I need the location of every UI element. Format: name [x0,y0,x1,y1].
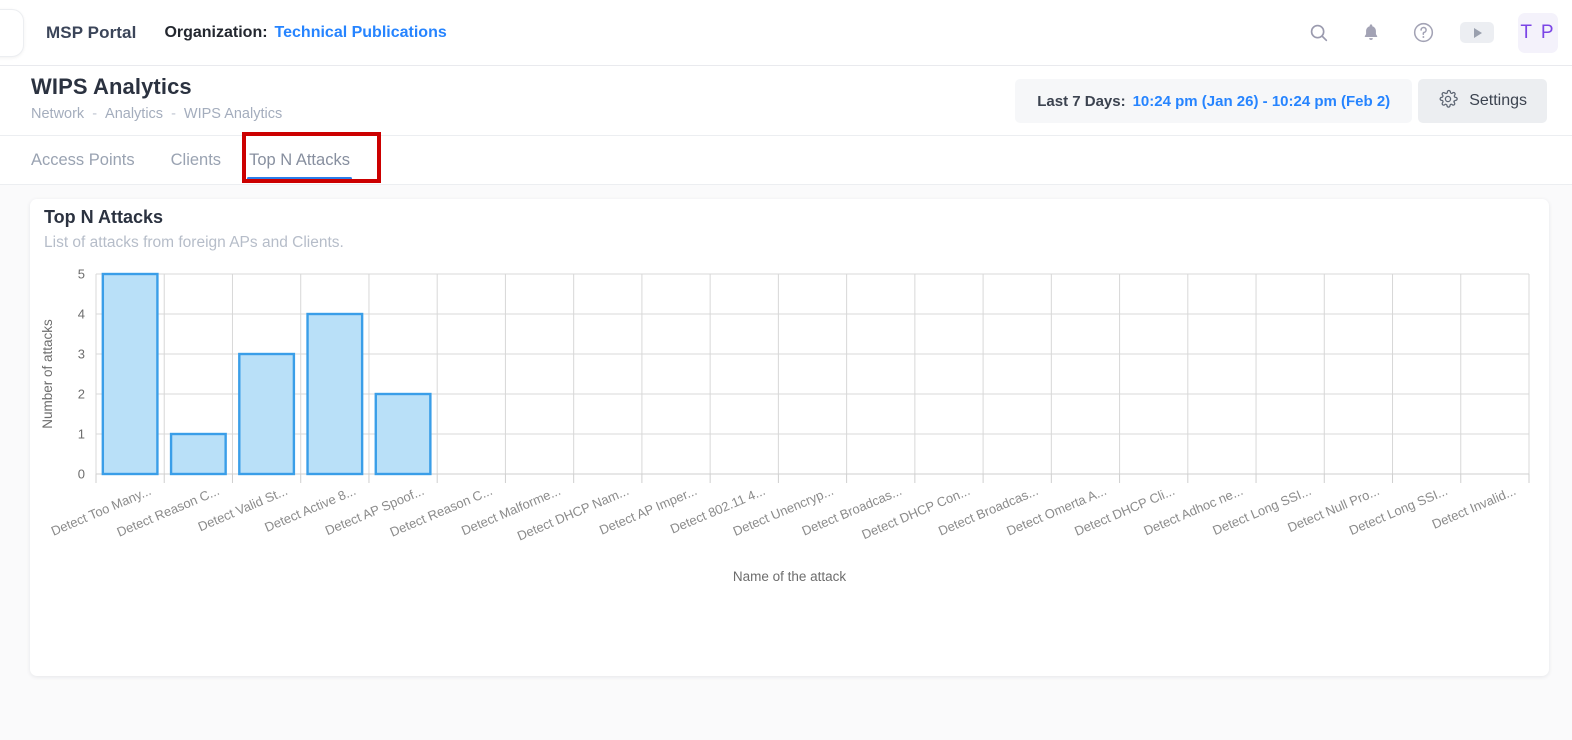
settings-button[interactable]: Settings [1418,79,1547,123]
page-title: WIPS Analytics [31,74,192,100]
page-header: WIPS Analytics Network - Analytics - WIP… [0,66,1572,136]
tab-clients[interactable]: Clients [157,136,235,184]
breadcrumb-separator: - [171,106,176,122]
bell-icon[interactable] [1356,18,1386,48]
top-n-attacks-card: Top N Attacks List of attacks from forei… [30,199,1549,676]
tab-list: Access Points Clients Top N Attacks [31,136,364,184]
bar[interactable] [376,394,431,474]
bar-chart-svg: 012345Detect Too Many...Detect Reason C.… [30,259,1549,679]
breadcrumb-separator: - [92,106,97,122]
organization-label: Organization: [164,24,267,42]
date-range-label: Last 7 Days: [1037,93,1125,110]
date-range-value: 10:24 pm (Jan 26) - 10:24 pm (Feb 2) [1133,93,1391,110]
tab-access-points-label: Access Points [31,151,135,170]
bar[interactable] [308,314,363,474]
breadcrumb-item-wips-analytics[interactable]: WIPS Analytics [184,106,282,122]
help-icon[interactable] [1408,18,1438,48]
play-button-icon[interactable] [1460,22,1494,43]
y-axis-title: Number of attacks [40,319,55,429]
top-bar-actions: T P [1304,0,1558,65]
settings-button-label: Settings [1469,92,1527,110]
top-n-attacks-bar-chart[interactable]: 012345Detect Too Many...Detect Reason C.… [30,259,1549,679]
y-axis-tick-label: 4 [78,307,85,322]
card-subtitle: List of attacks from foreign APs and Cli… [44,234,344,252]
top-navigation-bar: MSP Portal Organization: Technical Publi… [0,0,1572,66]
breadcrumb-item-analytics[interactable]: Analytics [105,106,163,122]
card-title: Top N Attacks [44,207,163,228]
tab-top-n-attacks-label: Top N Attacks [249,151,350,170]
tab-bar: Access Points Clients Top N Attacks [0,136,1572,185]
brand-logo-text[interactable]: MSP Portal [46,23,136,43]
bar[interactable] [239,354,294,474]
x-axis-category-label: Detect DHCP Nam... [515,483,631,544]
y-axis-tick-label: 5 [78,267,85,282]
tab-access-points[interactable]: Access Points [31,136,157,184]
sidebar-rail-stub[interactable] [0,9,24,57]
play-triangle [1474,28,1482,38]
date-range-picker[interactable]: Last 7 Days: 10:24 pm (Jan 26) - 10:24 p… [1015,79,1412,123]
y-axis-tick-label: 1 [78,427,85,442]
tab-clients-label: Clients [171,151,221,170]
avatar[interactable]: T P [1518,13,1558,53]
bar[interactable] [171,434,226,474]
page-header-actions: Last 7 Days: 10:24 pm (Jan 26) - 10:24 p… [1015,79,1547,123]
organization-value-link[interactable]: Technical Publications [275,24,447,42]
bar[interactable] [103,274,158,474]
gear-icon [1438,89,1458,114]
x-axis-title: Name of the attack [733,569,847,584]
breadcrumb-item-network[interactable]: Network [31,106,84,122]
y-axis-tick-label: 0 [78,467,85,482]
search-icon[interactable] [1304,18,1334,48]
y-axis-tick-label: 3 [78,347,85,362]
y-axis-tick-label: 2 [78,387,85,402]
breadcrumb: Network - Analytics - WIPS Analytics [31,106,282,122]
tab-top-n-attacks[interactable]: Top N Attacks [235,136,364,184]
